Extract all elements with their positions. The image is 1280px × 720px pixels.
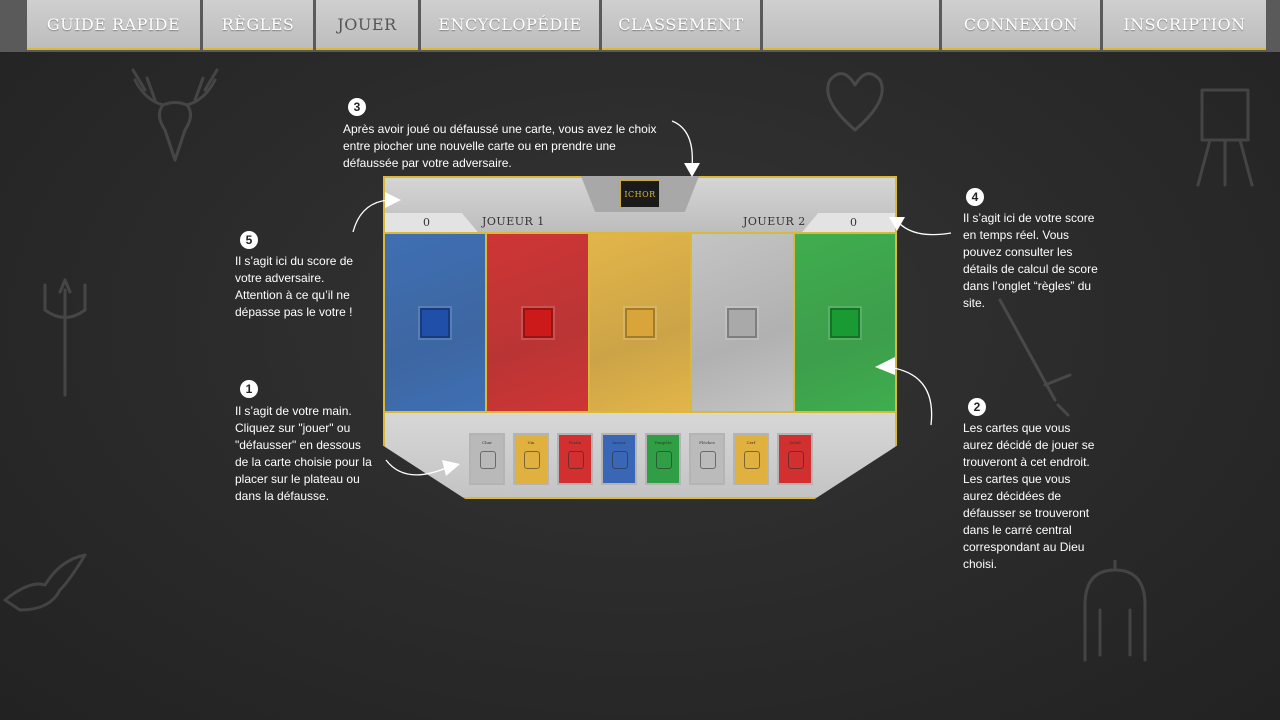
top-navigation: GUIDE RAPIDE RÈGLES JOUER ENCYCLOPÉDIE C… xyxy=(0,0,1280,52)
hand-card[interactable]: Vin xyxy=(513,433,549,485)
card-name: Amour xyxy=(612,440,626,445)
discard-square-yellow[interactable] xyxy=(625,307,656,338)
trident-doodle-icon xyxy=(43,278,87,397)
column-blue[interactable] xyxy=(385,234,488,411)
sun-icon xyxy=(788,451,804,469)
annotation-2-badge: 2 xyxy=(968,398,986,416)
bottle-icon xyxy=(524,451,540,469)
hammer-icon xyxy=(480,451,496,469)
deer-icon xyxy=(744,451,760,469)
arrow-3-icon xyxy=(671,120,700,177)
card-name: Festin xyxy=(568,440,582,445)
nav-jouer[interactable]: JOUER xyxy=(316,0,418,50)
annotation-3-badge: 3 xyxy=(348,98,366,116)
card-name: Char xyxy=(482,440,492,445)
heart-icon xyxy=(612,451,628,469)
hand-card[interactable]: Amour xyxy=(601,433,637,485)
nav-connexion[interactable]: CONNEXION xyxy=(942,0,1100,50)
heart-doodle-icon xyxy=(826,72,884,132)
column-yellow[interactable] xyxy=(589,234,693,411)
nav-regles[interactable]: RÈGLES xyxy=(203,0,313,50)
discard-square-green[interactable] xyxy=(829,307,860,338)
god-columns xyxy=(383,232,897,413)
nav-classement[interactable]: CLASSEMENT xyxy=(602,0,760,50)
nav-encyclopedie[interactable]: ENCYCLOPÉDIE xyxy=(421,0,599,50)
nav-inscription[interactable]: INSCRIPTION xyxy=(1103,0,1266,50)
tornado-icon xyxy=(656,451,672,469)
card-name: Cerf xyxy=(746,440,756,445)
cake-icon xyxy=(568,451,584,469)
nav-guide-rapide[interactable]: GUIDE RAPIDE xyxy=(27,0,200,50)
annotation-4-text: Il s’agit ici de votre score en temps ré… xyxy=(963,211,1098,310)
helmet-doodle-icon xyxy=(1083,560,1147,662)
annotation-1-text: Il s’agit de votre main. Cliquez sur "jo… xyxy=(235,404,372,503)
annotation-4-badge: 4 xyxy=(966,188,984,206)
nav-spacer xyxy=(763,0,939,50)
arrow-2-icon xyxy=(875,357,933,426)
player2-label: JOUEUR 2 xyxy=(743,215,806,228)
arrows-icon xyxy=(700,451,716,469)
player1-label: JOUEUR 1 xyxy=(482,215,545,228)
hand-card[interactable]: Cerf xyxy=(733,433,769,485)
annotation-1-badge: 1 xyxy=(240,380,258,398)
column-red[interactable] xyxy=(487,234,590,411)
card-name: Tempête xyxy=(654,440,672,445)
discard-square-grey[interactable] xyxy=(727,307,758,338)
hand-card[interactable]: Soleil xyxy=(777,433,813,485)
dove-doodle-icon xyxy=(3,553,87,612)
column-grey[interactable] xyxy=(692,234,795,411)
player-hand: Char Vin Festin Amour Tempête Flèches Cerf Sole… xyxy=(469,433,813,485)
deer-doodle-icon xyxy=(131,68,219,162)
card-name: Flèches xyxy=(699,440,715,445)
annotation-3-text: Après avoir joué ou défaussé une carte, … xyxy=(343,122,657,170)
hand-card[interactable]: Tempête xyxy=(645,433,681,485)
ichor-logo[interactable]: ICHOR xyxy=(620,180,660,208)
arrow-1-icon xyxy=(385,459,460,476)
arrow-4-icon xyxy=(889,217,952,236)
hand-card[interactable]: Festin xyxy=(557,433,593,485)
card-name: Soleil xyxy=(789,440,801,445)
easel-doodle-icon xyxy=(1196,88,1254,187)
card-name: Vin xyxy=(527,440,535,445)
annotation-5-badge: 5 xyxy=(240,231,258,249)
annotation-5-text: Il s’agit ici du score de votre adversai… xyxy=(235,254,354,319)
hand-card[interactable]: Char xyxy=(469,433,505,485)
discard-square-red[interactable] xyxy=(522,307,553,338)
arrow-5-icon xyxy=(352,192,401,233)
annotation-2-text: Les cartes que vous aurez décidé de joue… xyxy=(963,421,1095,571)
hand-card[interactable]: Flèches xyxy=(689,433,725,485)
discard-square-blue[interactable] xyxy=(420,307,451,338)
